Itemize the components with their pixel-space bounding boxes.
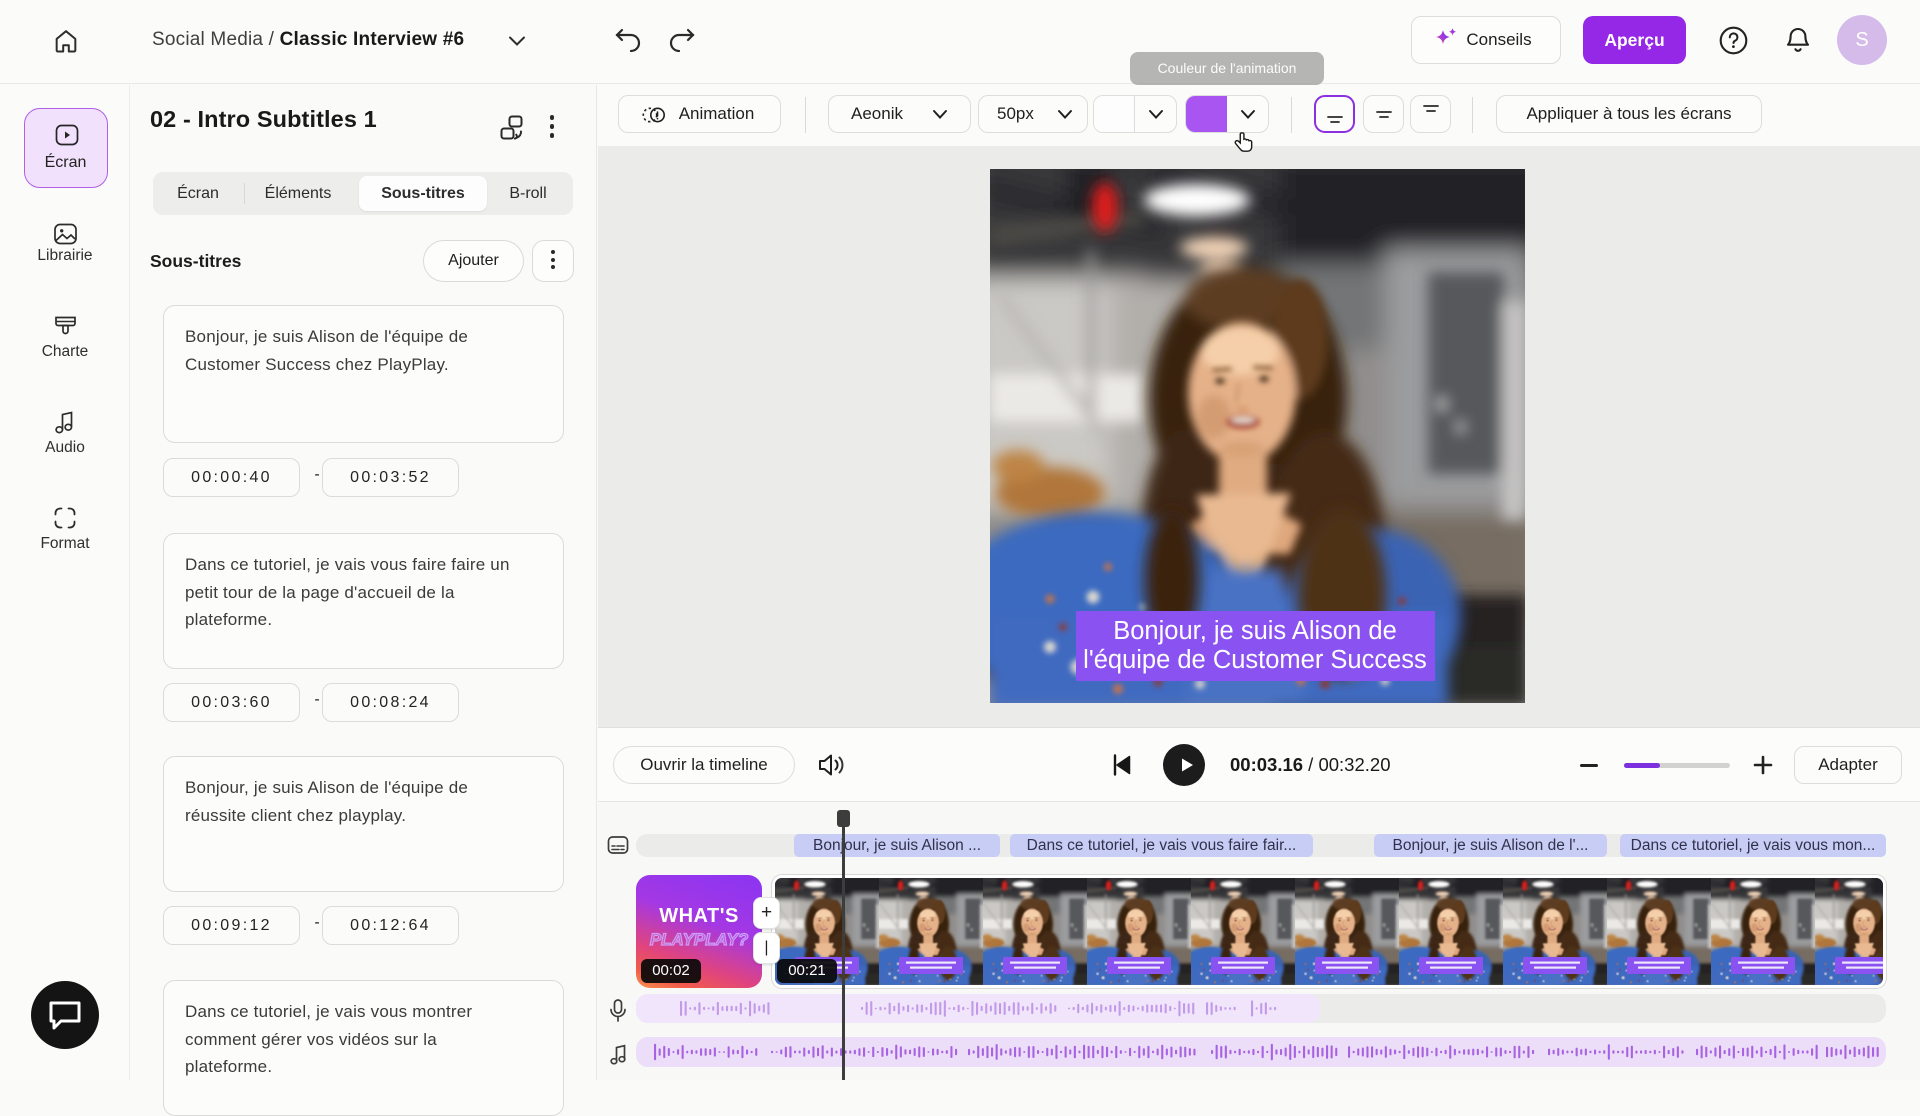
svg-text:Bonjour, je suis Alison de: Bonjour, je suis Alison de (1113, 617, 1397, 645)
svg-text:l'équipe de Customer Success: l'équipe de Customer Success (1083, 646, 1427, 674)
